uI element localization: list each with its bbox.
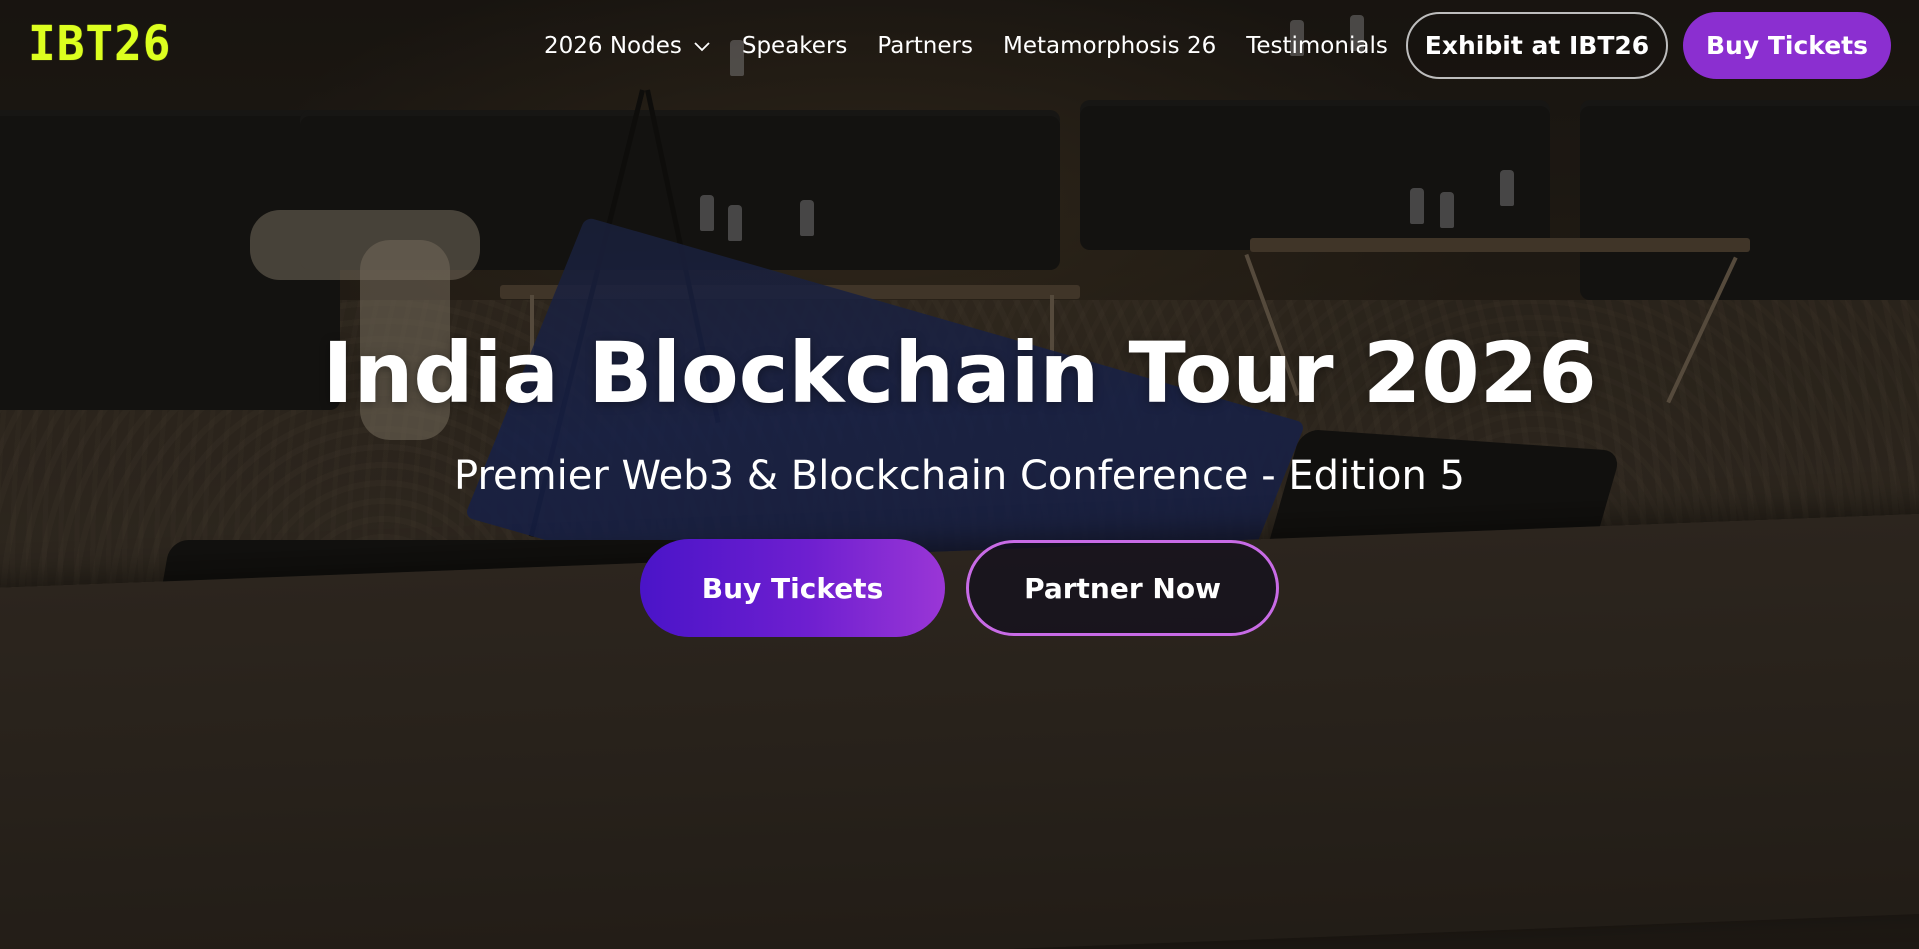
nav-item-label: Speakers bbox=[741, 33, 848, 59]
nav-item-label: Testimonials bbox=[1246, 33, 1388, 59]
exhibit-button[interactable]: Exhibit at IBT26 bbox=[1406, 12, 1668, 79]
logo[interactable]: IBT26 bbox=[28, 15, 171, 72]
header-buy-tickets-button[interactable]: Buy Tickets bbox=[1683, 12, 1891, 79]
hero-buy-tickets-button[interactable]: Buy Tickets bbox=[640, 539, 945, 637]
nav-item-label: 2026 Nodes bbox=[544, 33, 682, 59]
partner-now-button[interactable]: Partner Now bbox=[966, 540, 1279, 636]
nav-item-label: Metamorphosis 26 bbox=[1002, 33, 1217, 59]
nav-item-speakers[interactable]: Speakers bbox=[742, 33, 848, 59]
nav-item-partners[interactable]: Partners bbox=[877, 33, 973, 59]
logo-text: IBT26 bbox=[28, 14, 172, 72]
site-header: IBT26 2026 Nodes Speakers Partners Metam… bbox=[0, 0, 1919, 92]
main-nav: 2026 Nodes Speakers Partners Metamorphos… bbox=[544, 26, 1418, 66]
hero-subtitle: Premier Web3 & Blockchain Conference - E… bbox=[454, 453, 1465, 499]
hero-section: IBT26 2026 Nodes Speakers Partners Metam… bbox=[0, 0, 1919, 949]
hero-title: India Blockchain Tour 2026 bbox=[322, 324, 1597, 422]
nav-item-label: Partners bbox=[877, 33, 973, 59]
nav-item-testimonials[interactable]: Testimonials bbox=[1246, 33, 1388, 59]
nav-item-metamorphosis[interactable]: Metamorphosis 26 bbox=[1003, 33, 1216, 59]
hero-cta-row: Buy Tickets Partner Now bbox=[0, 539, 1919, 639]
chevron-down-icon bbox=[692, 36, 712, 56]
nav-item-2026-nodes[interactable]: 2026 Nodes bbox=[544, 33, 712, 59]
